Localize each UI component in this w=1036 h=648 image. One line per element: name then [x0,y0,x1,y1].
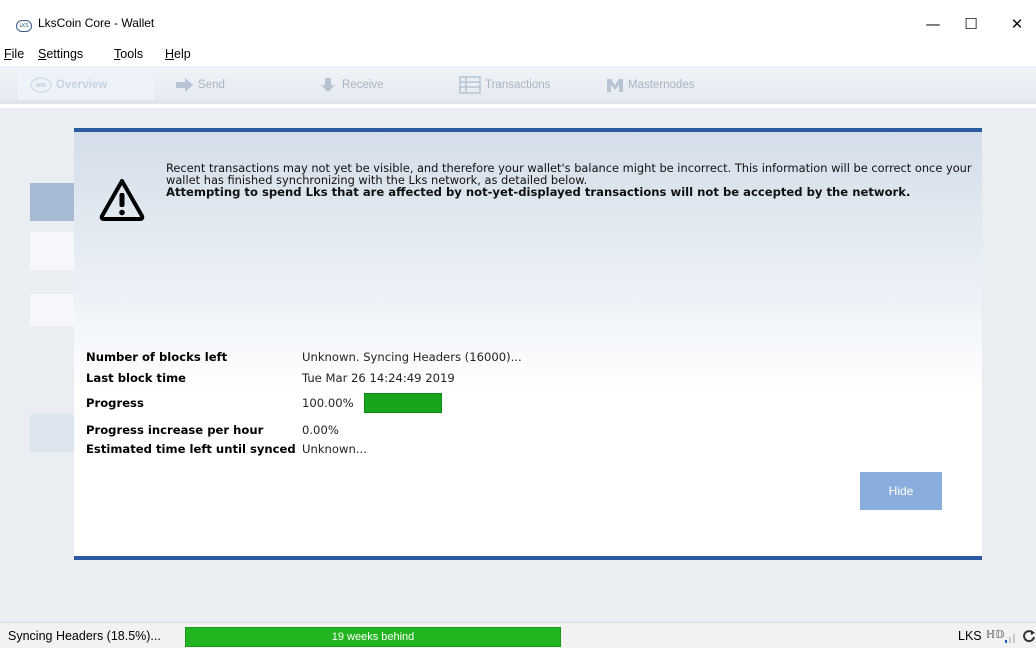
title-bar: LKS LksCoin Core - Wallet — ☐ ✕ [0,0,1036,44]
overview-background-block [30,232,76,270]
menu-file[interactable]: File [4,47,24,61]
menu-mnemonic: H [165,47,175,61]
maximize-button[interactable]: ☐ [956,10,986,38]
send-arrow-icon [176,77,193,92]
tab-label: Receive [342,79,384,91]
masternodes-icon [607,78,623,92]
window-title: LksCoin Core - Wallet [38,16,155,30]
sync-row-label: Last block time [86,371,187,385]
sync-row-value: 0.00% [302,423,339,437]
network-connections-icon[interactable] [1004,631,1018,643]
sync-row-label: Progress increase per hour [86,423,264,437]
hide-button[interactable]: Hide [860,472,942,510]
overview-background-block [30,414,76,452]
overview-background-block [30,183,76,221]
tab-transactions[interactable]: Transactions [459,75,550,95]
sync-row-value: Tue Mar 26 14:24:49 2019 [302,371,455,385]
menu-mnemonic: F [4,47,12,61]
sync-row-label: Progress [86,396,144,410]
sync-row-label: Number of blocks left [86,350,228,364]
tab-label: Masternodes [628,79,695,91]
status-bar: Syncing Headers (18.5%)... 19 weeks behi… [0,622,1036,648]
tab-label: Transactions [485,79,551,91]
menu-label: ile [11,47,25,61]
sync-progress-bar: 19 weeks behind [185,627,561,647]
sync-row-value: Unknown... [302,442,367,456]
app-logo-icon: LKS [16,20,32,32]
transactions-list-icon [459,76,481,94]
sync-overlay: Recent transactions may not yet be visib… [74,128,982,560]
menu-label: ools [120,47,144,61]
overview-background-block [30,294,76,326]
syncing-icon [1023,630,1035,643]
menu-label: elp [174,47,191,61]
tab-masternodes[interactable]: Masternodes [606,75,694,95]
sync-status-label: Syncing Headers (18.5%)... [8,629,161,643]
sync-row-value: 100.00% [302,396,354,410]
sync-row-label: Estimated time left until synced [86,442,296,456]
sync-notice-text: Recent transactions may not yet be visib… [166,161,972,187]
tab-receive[interactable]: Receive [318,75,384,95]
receive-icon [321,77,335,92]
lks-logo-icon [30,77,52,93]
menu-label: ettings [46,47,84,61]
menu-tools[interactable]: Tools [114,47,143,61]
tab-label: Overview [56,79,108,91]
close-button[interactable]: ✕ [1002,10,1032,38]
sync-row-value: Unknown. Syncing Headers (16000)... [302,350,522,364]
tab-overview[interactable]: Overview [18,70,154,100]
tab-label: Send [198,79,225,91]
warning-icon [99,179,145,221]
tab-overview-content: Overview [30,75,107,95]
progress-bar [364,393,442,413]
menu-settings[interactable]: Settings [38,47,83,61]
nav-toolbar: Overview Send Receive Transactions Maste… [0,66,1036,104]
minimize-button[interactable]: — [918,10,948,38]
sync-notice-warning: Attempting to spend Lks that are affecte… [166,185,911,199]
menu-help[interactable]: Help [165,47,191,61]
menu-bar: File Settings Tools Help [0,44,1036,66]
tab-send[interactable]: Send [174,75,225,95]
hd-wallet-icon: ℍ𝔻 [986,628,1005,641]
unit-selector[interactable]: LKS [958,629,982,643]
sync-notice: Recent transactions may not yet be visib… [166,162,972,198]
